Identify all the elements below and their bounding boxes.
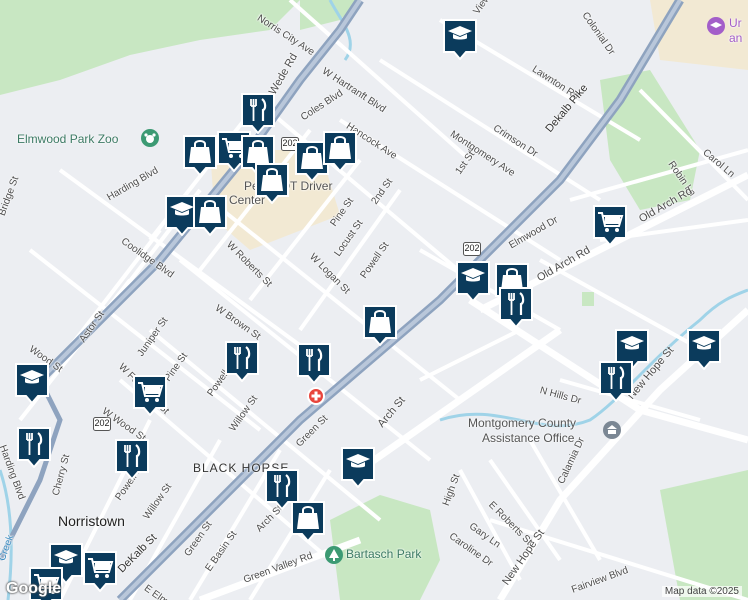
school-marker[interactable]: [455, 260, 491, 302]
restaurant-marker[interactable]: [498, 286, 534, 328]
google-logo[interactable]: Google: [6, 580, 61, 598]
hospital-icon[interactable]: [307, 387, 325, 405]
school-marker[interactable]: [442, 18, 478, 60]
poi-label-assistance-1[interactable]: Montgomery County: [468, 416, 576, 430]
shopping-bag-icon: [255, 163, 289, 204]
fork-knife-icon: [599, 361, 633, 402]
graduation-cap-icon: [687, 329, 721, 370]
park-northwest: [0, 0, 300, 95]
poi-label-bartasch-park[interactable]: Bartasch Park: [346, 547, 421, 561]
shopping-bag-icon: [193, 195, 227, 236]
fork-knife-icon: [17, 427, 51, 468]
graduation-cap-icon: [456, 261, 490, 302]
shopping-marker[interactable]: [254, 162, 290, 204]
map-canvas[interactable]: 202 202 202 Elmwood Park Zoo PennDOT Dri…: [0, 0, 748, 600]
route-label: 202: [464, 243, 480, 253]
shopping-bag-icon: [183, 135, 217, 176]
restaurant-marker[interactable]: [240, 92, 276, 134]
shopping-cart-icon: [133, 375, 167, 416]
shopping-bag-icon: [363, 305, 397, 346]
shopping-bag-icon: [323, 131, 357, 172]
shopping-marker[interactable]: [192, 194, 228, 236]
shopping-marker[interactable]: [290, 500, 326, 542]
restaurant-marker[interactable]: [296, 342, 332, 384]
zoo-icon[interactable]: [141, 129, 159, 147]
fork-knife-icon: [115, 439, 149, 480]
graduation-cap-icon: [443, 19, 477, 60]
restaurant-marker[interactable]: [224, 340, 260, 382]
school-marker[interactable]: [686, 328, 722, 370]
restaurant-marker[interactable]: [114, 438, 150, 480]
fork-knife-icon: [499, 287, 533, 328]
city-label-norristown: Norristown: [58, 513, 125, 529]
shopping-cart-icon: [593, 205, 627, 246]
poi-label-ur-1[interactable]: Ur: [729, 16, 742, 30]
restaurant-marker[interactable]: [16, 426, 52, 468]
fork-knife-icon: [297, 343, 331, 384]
park-southeast: [660, 470, 748, 600]
school-marker[interactable]: [340, 446, 376, 488]
park-icon[interactable]: [325, 546, 343, 564]
grocery-marker[interactable]: [82, 550, 118, 592]
government-icon[interactable]: [603, 421, 621, 439]
school-marker[interactable]: [14, 362, 50, 404]
grocery-marker[interactable]: [592, 204, 628, 246]
poi-label-assistance-2[interactable]: Assistance Office: [482, 431, 574, 445]
road-arch: [357, 327, 563, 473]
fork-knife-icon: [225, 341, 259, 382]
poi-label-ur-2[interactable]: an: [729, 31, 742, 45]
shopping-marker[interactable]: [362, 304, 398, 346]
graduation-cap-icon: [341, 447, 375, 488]
park-small: [582, 292, 594, 306]
shopping-bag-icon: [291, 501, 325, 542]
fork-knife-icon: [241, 93, 275, 134]
university-icon[interactable]: [707, 17, 725, 35]
route-shield-202-east: 202: [463, 242, 481, 256]
shopping-marker[interactable]: [322, 130, 358, 172]
shopping-cart-icon: [83, 551, 117, 592]
restaurant-marker[interactable]: [598, 360, 634, 402]
shopping-marker[interactable]: [182, 134, 218, 176]
grocery-marker[interactable]: [132, 374, 168, 416]
map-base: [0, 0, 748, 600]
map-credit[interactable]: Map data ©2025: [661, 586, 742, 597]
poi-label-elmwood-zoo[interactable]: Elmwood Park Zoo: [17, 132, 118, 146]
graduation-cap-icon: [15, 363, 49, 404]
